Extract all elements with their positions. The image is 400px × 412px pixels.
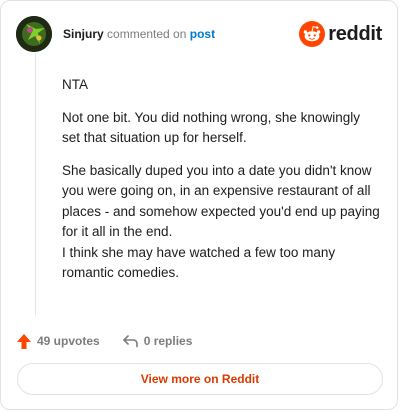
comment-header: Sinjury commented on post reddit: [16, 15, 382, 53]
user-avatar-icon[interactable]: [16, 16, 52, 52]
reply-button[interactable]: 0 replies: [122, 334, 193, 348]
comment-paragraph: Not one bit. You did nothing wrong, she …: [62, 109, 360, 146]
post-link[interactable]: post: [190, 27, 215, 41]
reply-arrow-icon: [122, 335, 138, 348]
reddit-wordmark: reddit: [328, 22, 382, 45]
upvote-arrow-icon: [17, 333, 31, 349]
username-link[interactable]: Sinjury: [63, 27, 104, 41]
comment-paragraph: I think she may have watched a few too m…: [62, 244, 336, 281]
upvote-button[interactable]: 49 upvotes: [16, 333, 100, 350]
comment-body: NTA Not one bit. You did nothing wrong, …: [62, 75, 380, 296]
commented-on-text: commented on: [107, 27, 187, 41]
comment-byline: Sinjury commented on post: [63, 27, 215, 41]
comment-embed-card: Sinjury commented on post reddit NTA Not…: [0, 0, 398, 410]
reply-count: 0 replies: [143, 334, 193, 348]
thread-line: [35, 53, 36, 315]
upvote-count: 49 upvotes: [37, 334, 100, 348]
reddit-logo-icon: [299, 21, 326, 47]
comment-paragraph: NTA: [62, 77, 88, 92]
comment-paragraph: She basically duped you into a date you …: [62, 162, 380, 240]
view-more-button[interactable]: View more on Reddit: [17, 363, 383, 395]
comment-actions: 49 upvotes 0 replies: [16, 331, 192, 351]
reddit-brand-link[interactable]: reddit: [299, 21, 382, 47]
